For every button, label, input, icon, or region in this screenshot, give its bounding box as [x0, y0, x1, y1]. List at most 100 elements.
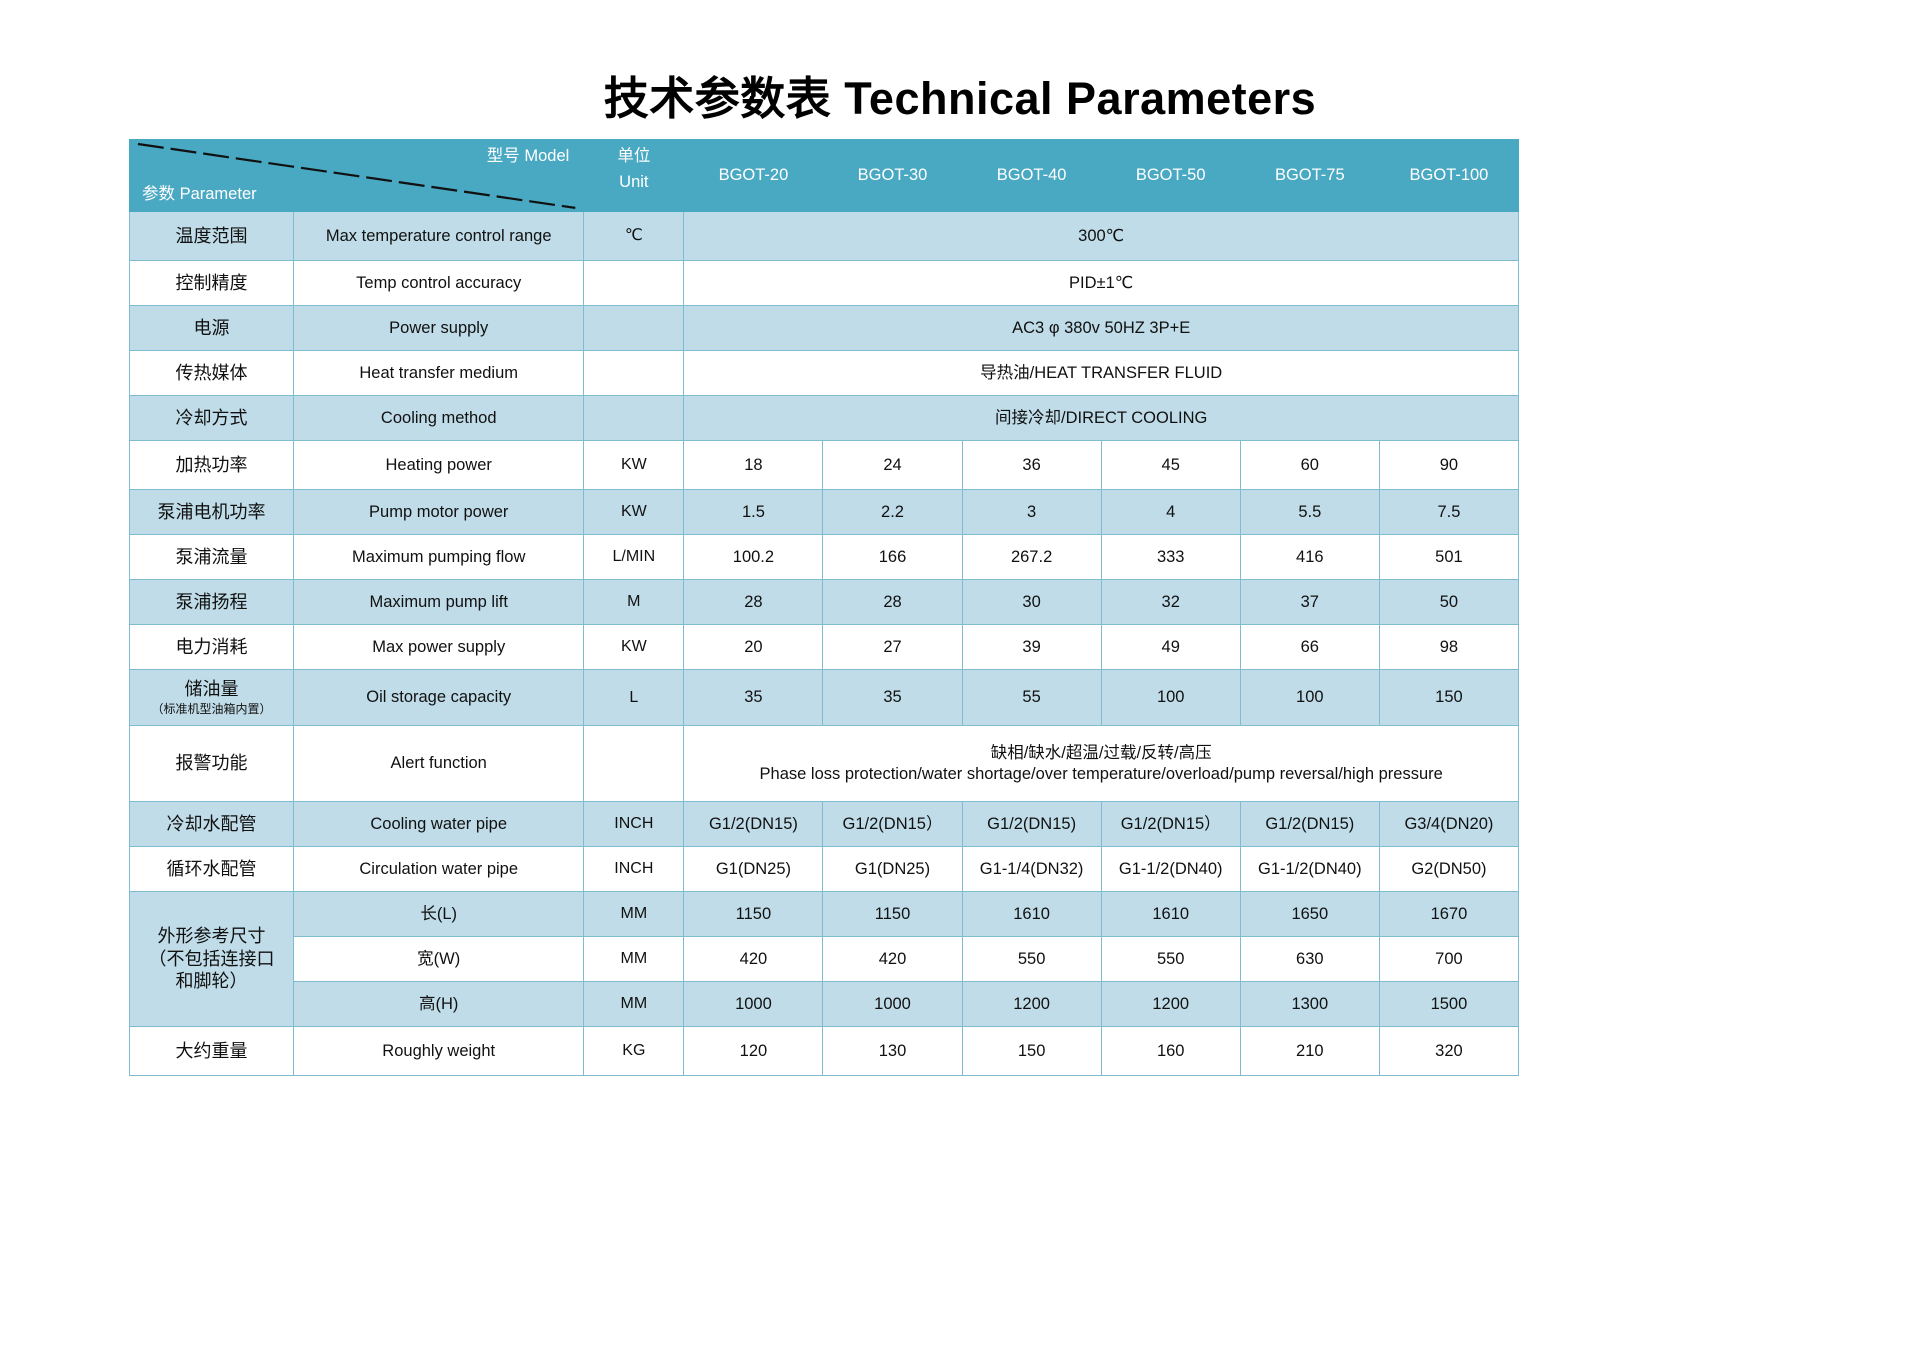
header-model-bgot-100: BGOT-100 [1378, 139, 1520, 212]
table-header: 型号 Model 参数 Parameter 单位 Unit BGOT-20 BG… [128, 139, 1520, 212]
technical-parameters-page: 技术参数表 Technical Parameters 博佰机械 型号 Model… [0, 0, 1920, 1357]
table-row: 冷却水配管 Cooling water pipe INCH G1/2(DN15)… [128, 801, 1520, 847]
table-row: 冷却方式 Cooling method 间接冷却/DIRECT COOLING [128, 395, 1519, 441]
row-unit: MM [583, 981, 685, 1027]
table-row: 循环水配管 Circulation water pipe INCH G1(DN2… [128, 846, 1520, 892]
row-label-en: Max power supply [293, 624, 585, 670]
row-value: 90 [1378, 440, 1520, 490]
table-row: 泵浦电机功率 Pump motor power KW 1.5 2.2 3 4 5… [128, 489, 1520, 535]
row-label-cn: 泵浦扬程 [128, 579, 295, 625]
row-label-en: Max temperature control range [293, 211, 585, 261]
row-value: 28 [683, 579, 824, 625]
row-value: 4 [1100, 489, 1241, 535]
table-row: 电源 Power supply AC3 φ 380v 50HZ 3P+E [128, 305, 1519, 351]
row-label-en: Alert function [293, 725, 585, 802]
row-value: 30 [961, 579, 1102, 625]
row-value: 210 [1239, 1026, 1380, 1076]
row-label-cn: 控制精度 [128, 260, 295, 306]
row-value: G1/2(DN15) [1239, 801, 1380, 847]
row-merged-value: 导热油/HEAT TRANSFER FLUID [683, 350, 1519, 396]
row-value: G1(DN25) [683, 846, 824, 892]
row-label-en: Pump motor power [293, 489, 585, 535]
row-label-en: Maximum pump lift [293, 579, 585, 625]
row-value: 100.2 [683, 534, 824, 580]
row-value: 36 [961, 440, 1102, 490]
row-value: 420 [683, 936, 824, 982]
row-value: G1/2(DN15) [961, 801, 1102, 847]
row-unit: KW [583, 624, 685, 670]
row-label-en: 长(L) [293, 891, 585, 937]
row-label-cn-sub: （标准机型油箱内置） [151, 701, 272, 716]
table-row: 泵浦流量 Maximum pumping flow L/MIN 100.2 16… [128, 534, 1520, 580]
table-row-dimension-width: 宽(W) MM 420 420 550 550 630 700 [130, 936, 1520, 982]
page-title: 技术参数表 Technical Parameters [603, 73, 1317, 124]
row-label-en: Temp control accuracy [293, 260, 585, 306]
row-value: 55 [961, 669, 1102, 726]
row-value: 28 [822, 579, 963, 625]
header-parameter-label: 参数 Parameter [142, 185, 257, 204]
row-value: G1-1/4(DN32) [961, 846, 1102, 892]
header-unit-en: Unit [619, 173, 649, 191]
row-value: G1/2(DN15) [683, 801, 824, 847]
table-row-dimension-length: 外形参考尺寸 （不包括连接口 和脚轮） 长(L) MM 1150 1150 16… [128, 891, 1520, 1027]
row-label-cn: 加热功率 [128, 440, 295, 490]
row-value: 267.2 [961, 534, 1102, 580]
table-row-dimension-height: 高(H) MM 1000 1000 1200 1200 1300 1500 [130, 981, 1520, 1027]
row-label-en: Heating power [293, 440, 585, 490]
row-unit: INCH [583, 801, 685, 847]
row-value: 550 [961, 936, 1102, 982]
row-value: 1610 [1100, 891, 1241, 937]
row-value: G3/4(DN20) [1378, 801, 1520, 847]
header-row: 型号 Model 参数 Parameter 单位 Unit BGOT-20 BG… [128, 139, 1520, 212]
row-value: 5.5 [1239, 489, 1380, 535]
row-label-en: Maximum pumping flow [293, 534, 585, 580]
row-value: 501 [1378, 534, 1520, 580]
row-unit: MM [583, 891, 685, 937]
row-merged-value: 间接冷却/DIRECT COOLING [683, 395, 1519, 441]
row-unit [583, 395, 685, 441]
row-label-cn: 温度范围 [128, 211, 295, 261]
row-label-en: 高(H) [293, 981, 585, 1027]
row-value: G1/2(DN15） [822, 801, 963, 847]
row-value: 166 [822, 534, 963, 580]
table-row: 温度范围 Max temperature control range ℃ 300… [128, 211, 1519, 261]
row-label-en: Power supply [293, 305, 585, 351]
dimension-group-label: 外形参考尺寸 （不包括连接口 和脚轮） [128, 891, 295, 1027]
row-unit [583, 350, 685, 396]
header-unit-cell: 单位 Unit [583, 139, 685, 212]
row-unit [583, 260, 685, 306]
row-value: 1610 [961, 891, 1102, 937]
row-value: 24 [822, 440, 963, 490]
row-value: 1200 [1100, 981, 1241, 1027]
row-value: 18 [683, 440, 824, 490]
row-value: 160 [1100, 1026, 1241, 1076]
row-value: 550 [1100, 936, 1241, 982]
header-model-bgot-40: BGOT-40 [961, 139, 1102, 212]
row-label-cn: 储油量 （标准机型油箱内置） [128, 669, 295, 726]
table-row: 传热媒体 Heat transfer medium 导热油/HEAT TRANS… [128, 350, 1519, 396]
row-unit: MM [583, 936, 685, 982]
row-label-cn: 泵浦电机功率 [128, 489, 295, 535]
row-merged-value: PID±1℃ [683, 260, 1519, 306]
row-value: 333 [1100, 534, 1241, 580]
row-unit [583, 305, 685, 351]
row-value: 130 [822, 1026, 963, 1076]
row-unit: L/MIN [583, 534, 685, 580]
row-value: G1(DN25) [822, 846, 963, 892]
row-label-cn: 冷却水配管 [128, 801, 295, 847]
row-merged-value: 300℃ [683, 211, 1519, 261]
dimension-group-label-line1: 外形参考尺寸 [157, 926, 266, 947]
table-row-weight: 大约重量 Roughly weight KG 120 130 150 160 2… [128, 1026, 1520, 1076]
row-value: 1000 [822, 981, 963, 1027]
row-label-en: Circulation water pipe [293, 846, 585, 892]
row-value: 630 [1239, 936, 1380, 982]
row-label-cn: 大约重量 [128, 1026, 295, 1076]
row-label-cn: 冷却方式 [128, 395, 295, 441]
row-value: 60 [1239, 440, 1380, 490]
row-value: 100 [1239, 669, 1380, 726]
alert-text-en: Phase loss protection/water shortage/ove… [759, 764, 1443, 783]
header-model-bgot-20: BGOT-20 [683, 139, 824, 212]
row-value: 700 [1378, 936, 1520, 982]
header-unit-cn: 单位 [617, 147, 651, 165]
row-unit: M [583, 579, 685, 625]
